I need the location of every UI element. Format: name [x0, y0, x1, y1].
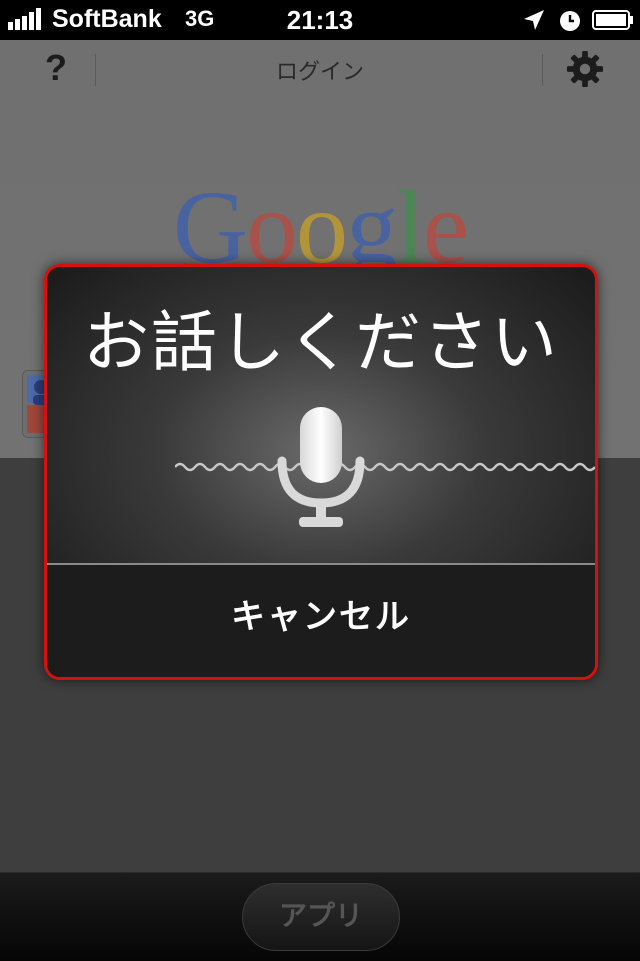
apps-button[interactable]: アプリ [242, 883, 400, 951]
microphone-icon [277, 407, 365, 527]
alarm-clock-icon [560, 11, 580, 31]
navigation-bar: ? ログイン [0, 40, 640, 98]
speak-now-prompt: お話しください [83, 304, 559, 381]
login-link[interactable]: ログイン [0, 54, 640, 86]
battery-icon [592, 10, 633, 30]
nav-divider [542, 54, 543, 86]
location-arrow-icon [524, 10, 544, 30]
bottom-toolbar: アプリ [0, 872, 640, 961]
waveform-icon [175, 462, 595, 472]
status-bar: SoftBank 3G 21:13 [0, 0, 640, 40]
gear-icon[interactable] [566, 50, 604, 88]
cancel-button[interactable]: キャンセル [47, 565, 595, 677]
voice-search-dialog: お話しください キャンセル [44, 264, 598, 680]
